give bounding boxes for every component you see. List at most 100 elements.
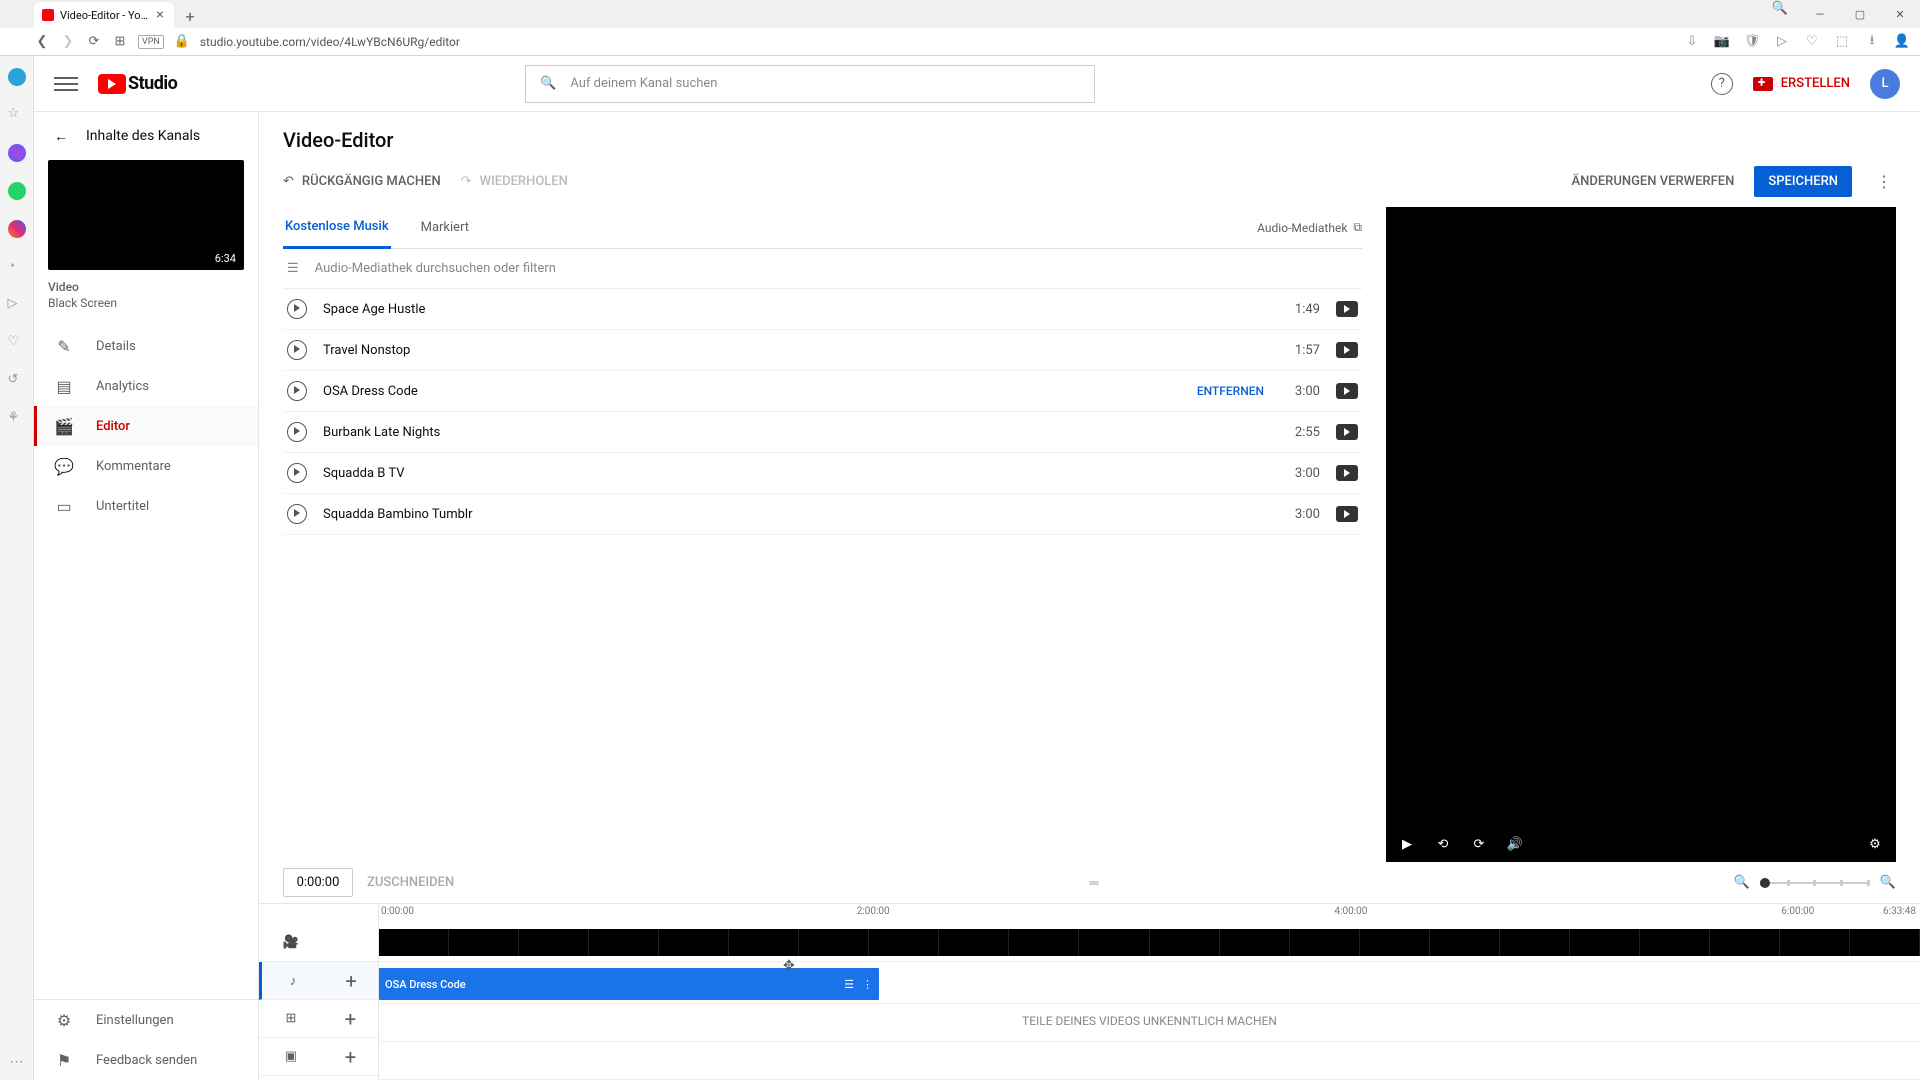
shield-icon[interactable]: 🛡 xyxy=(1744,34,1760,50)
track-row[interactable]: Travel Nonstop 1:57 xyxy=(283,330,1362,371)
lock-icon[interactable]: 🔒 xyxy=(174,34,190,50)
play-icon[interactable] xyxy=(287,340,307,360)
avatar[interactable]: L xyxy=(1870,69,1900,99)
clip-adjust-icon[interactable]: ☰ xyxy=(844,978,854,991)
track-row-selected[interactable]: OSA Dress Code ENTFERNEN 3:00 xyxy=(283,371,1362,412)
zoom-slider-thumb[interactable] xyxy=(1760,878,1770,888)
camera-icon[interactable]: 📷 xyxy=(1714,34,1730,50)
track-row[interactable]: Space Age Hustle 1:49 xyxy=(283,289,1362,330)
addins-icon[interactable]: ⇩ xyxy=(1684,34,1700,50)
tiles-icon[interactable]: ⊞ xyxy=(112,34,128,50)
endscreen-lane-header[interactable]: ▣+ xyxy=(259,1038,378,1076)
nav-comments[interactable]: 💬Kommentare xyxy=(34,446,258,486)
youtube-badge-icon[interactable] xyxy=(1336,465,1358,481)
current-time-input[interactable]: 0:00:00 xyxy=(283,868,353,897)
heart-icon[interactable]: ♡ xyxy=(1804,34,1820,50)
panel-drag-handle-icon[interactable]: ═ xyxy=(1084,875,1104,891)
tab-marked[interactable]: Markiert xyxy=(419,208,471,247)
menu-icon[interactable] xyxy=(54,72,78,96)
track-row[interactable]: Burbank Late Nights 2:55 xyxy=(283,412,1362,453)
add-blur-icon[interactable]: + xyxy=(345,1007,356,1031)
opera-clock-icon[interactable]: ◔ xyxy=(8,258,26,276)
channel-search-input[interactable]: 🔍 Auf deinem Kanal suchen xyxy=(525,65,1095,103)
browser-tab[interactable]: Video-Editor - YouTube St… × xyxy=(34,2,174,28)
audio-library-link[interactable]: Audio-Mediathek⧉ xyxy=(1257,220,1362,235)
track-row[interactable]: Squadda Bambino Tumblr 3:00 xyxy=(283,494,1362,535)
video-strip[interactable] xyxy=(379,929,1920,956)
undo-button[interactable]: ↶RÜCKGÄNGIG MACHEN xyxy=(283,174,441,189)
timeline-ruler[interactable]: 0:00:00 2:00:00 4:00:00 6:00:00 6:33:48 xyxy=(379,904,1920,924)
blur-lane-header[interactable]: ⊞+ xyxy=(259,1000,378,1038)
play-icon[interactable] xyxy=(287,381,307,401)
youtube-badge-icon[interactable] xyxy=(1336,342,1358,358)
play-icon[interactable] xyxy=(287,422,307,442)
opera-heart-icon[interactable]: ♡ xyxy=(8,334,26,352)
browser-search-icon[interactable]: 🔍 xyxy=(1760,0,1800,16)
url-text[interactable]: studio.youtube.com/video/4LwYBcN6URg/edi… xyxy=(200,35,1674,49)
audio-clip[interactable]: OSA Dress Code ✥ ☰ ⋮ xyxy=(379,968,879,1000)
rewind-icon[interactable]: ⟲ xyxy=(1434,835,1452,853)
trim-button[interactable]: ZUSCHNEIDEN xyxy=(367,875,454,890)
play-icon[interactable] xyxy=(287,463,307,483)
opera-messenger-icon[interactable] xyxy=(8,68,26,86)
youtube-badge-icon[interactable] xyxy=(1336,301,1358,317)
discard-button[interactable]: ÄNDERUNGEN VERWERFEN xyxy=(1571,174,1734,189)
forward-icon[interactable]: ⟳ xyxy=(1470,835,1488,853)
blur-lane[interactable]: TEILE DEINES VIDEOS UNKENNTLICH MACHEN xyxy=(379,1004,1920,1042)
cube-icon[interactable]: ⬚ xyxy=(1834,34,1850,50)
nav-editor[interactable]: 🎬Editor xyxy=(34,406,258,446)
profile-icon[interactable]: 👤 xyxy=(1894,34,1910,50)
opera-play-icon[interactable]: ▷ xyxy=(8,296,26,314)
nav-back-icon[interactable]: ❮ xyxy=(34,34,50,50)
clip-menu-icon[interactable]: ⋮ xyxy=(862,978,873,991)
opera-more-icon[interactable]: ⋯ xyxy=(10,1054,24,1070)
nav-analytics[interactable]: ▤Analytics xyxy=(34,366,258,406)
opera-whatsapp-icon[interactable] xyxy=(8,182,26,200)
add-endscreen-icon[interactable]: + xyxy=(345,1045,356,1069)
endscreen-lane[interactable] xyxy=(379,1042,1920,1080)
opera-pinboard-icon[interactable]: ⚘ xyxy=(8,410,26,428)
window-maximize-icon[interactable]: ▢ xyxy=(1840,0,1880,28)
youtube-badge-icon[interactable] xyxy=(1336,383,1358,399)
reload-icon[interactable]: ⟳ xyxy=(86,34,102,50)
opera-history-icon[interactable]: ↺ xyxy=(8,372,26,390)
video-lane[interactable] xyxy=(379,924,1920,962)
play-button-icon[interactable]: ▶ xyxy=(1398,835,1416,853)
opera-instagram-icon[interactable] xyxy=(8,220,26,238)
new-tab-button[interactable]: + xyxy=(178,4,202,28)
filter-row[interactable]: ☰ Audio-Mediathek durchsuchen oder filte… xyxy=(283,249,1362,289)
audio-lane-header[interactable]: ♪+ xyxy=(259,962,378,1000)
youtube-badge-icon[interactable] xyxy=(1336,506,1358,522)
zoom-in-icon[interactable]: 🔍 xyxy=(1880,875,1896,890)
more-actions-icon[interactable]: ⋮ xyxy=(1872,172,1896,191)
volume-icon[interactable]: 🔊 xyxy=(1506,835,1524,853)
track-list[interactable]: Space Age Hustle 1:49 Travel Nonstop 1:5… xyxy=(283,289,1362,862)
nav-details[interactable]: ✎Details xyxy=(34,326,258,366)
youtube-badge-icon[interactable] xyxy=(1336,424,1358,440)
save-button[interactable]: SPEICHERN xyxy=(1754,166,1852,197)
settings-gear-icon[interactable]: ⚙ xyxy=(1866,835,1884,853)
opera-star-icon[interactable]: ☆ xyxy=(8,106,26,124)
track-row[interactable]: Squadda B TV 3:00 xyxy=(283,453,1362,494)
nav-settings[interactable]: ⚙Einstellungen xyxy=(34,1000,258,1040)
close-tab-icon[interactable]: × xyxy=(154,9,166,21)
play-icon[interactable] xyxy=(287,504,307,524)
tab-free-music[interactable]: Kostenlose Musik xyxy=(283,207,391,249)
vpn-badge[interactable]: VPN xyxy=(138,35,164,49)
opera-fbm-icon[interactable] xyxy=(8,144,26,162)
nav-forward-icon[interactable]: ❯ xyxy=(60,34,76,50)
audio-lane[interactable]: OSA Dress Code ✥ ☰ ⋮ xyxy=(379,962,1920,1004)
back-to-channel[interactable]: ← Inhalte des Kanals xyxy=(34,112,258,160)
nav-feedback[interactable]: ⚑Feedback senden xyxy=(34,1040,258,1080)
play-icon[interactable] xyxy=(287,299,307,319)
redo-button[interactable]: ↷WIEDERHOLEN xyxy=(461,174,568,189)
timeline-tracks[interactable]: 0:00:00 2:00:00 4:00:00 6:00:00 6:33:48 xyxy=(379,904,1920,1080)
window-close-icon[interactable]: ✕ xyxy=(1880,0,1920,28)
download-icon[interactable]: ⭳ xyxy=(1864,34,1880,50)
create-button[interactable]: ERSTELLEN xyxy=(1753,76,1850,91)
zoom-slider[interactable] xyxy=(1760,882,1870,884)
studio-logo[interactable]: Studio xyxy=(98,73,177,94)
nav-subtitles[interactable]: ▭Untertitel xyxy=(34,486,258,526)
send-icon[interactable]: ▷ xyxy=(1774,34,1790,50)
preview-canvas[interactable]: ▶ ⟲ ⟳ 🔊 ⚙ xyxy=(1386,207,1896,862)
